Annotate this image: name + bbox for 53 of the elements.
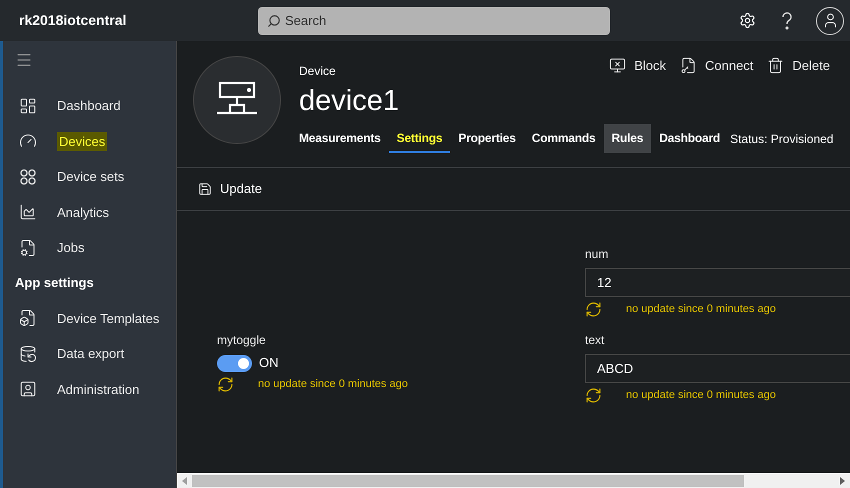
nav-item[interactable]: Device Templates	[57, 308, 160, 328]
device-name: device1	[299, 84, 399, 119]
nav-item[interactable]: Dashboard	[57, 96, 121, 116]
horizontal-scrollbar[interactable]	[177, 473, 850, 488]
template-icon	[19, 309, 37, 328]
setting-label: num	[585, 246, 610, 263]
sync-icon	[217, 376, 234, 393]
section-heading: App settings	[15, 274, 94, 292]
setting-field[interactable]: ABCD	[585, 354, 850, 383]
tab[interactable]: Properties	[450, 124, 524, 153]
nav-item[interactable]: Administration	[57, 380, 140, 399]
setting-field[interactable]: 12	[585, 268, 850, 297]
action-button[interactable]: Delete	[767, 56, 830, 76]
tab[interactable]: Measurements	[299, 124, 389, 153]
update-button[interactable]: Update	[198, 179, 262, 199]
action-button[interactable]: Connect	[680, 56, 754, 76]
tab[interactable]: Commands	[524, 124, 604, 153]
chart-icon	[19, 203, 37, 222]
document-key-icon	[680, 57, 697, 74]
device-block-icon	[609, 57, 626, 74]
nav-item[interactable]: Devices	[57, 132, 108, 151]
nav-item[interactable]: Device sets	[57, 167, 124, 186]
sync-status: no update since 0 minutes ago	[258, 377, 408, 392]
sync-status: no update since 0 minutes ago	[626, 388, 776, 404]
file-gear-icon	[19, 238, 37, 257]
tab[interactable]: Settings	[388, 124, 450, 153]
action-button[interactable]: Block	[609, 56, 666, 76]
search-icon	[267, 14, 281, 28]
account-button[interactable]	[816, 6, 844, 34]
nav-item[interactable]: Data export	[57, 344, 124, 364]
setting-label: mytoggle	[217, 332, 267, 349]
search-field[interactable]: Search	[258, 6, 610, 34]
database-icon	[19, 344, 37, 363]
device-status: Status: Provisioned	[730, 130, 834, 148]
circles-icon	[19, 168, 37, 186]
dashboard-icon	[19, 96, 37, 115]
nav-item[interactable]: Analytics	[57, 202, 110, 222]
help-icon[interactable]	[780, 10, 794, 30]
toggle-switch[interactable]	[217, 354, 252, 372]
sync-icon	[585, 387, 602, 404]
setting-label: text	[585, 332, 606, 349]
save-icon	[198, 182, 212, 196]
nav-item[interactable]: Jobs	[57, 238, 84, 258]
toggle-state: ON	[259, 354, 278, 372]
person-icon	[19, 380, 37, 398]
tab[interactable]: Rules	[604, 124, 652, 153]
sync-status: no update since 0 minutes ago	[626, 302, 776, 318]
app-title: rk2018iotcentral	[19, 11, 128, 30]
device-caption: Device	[299, 63, 337, 80]
tab[interactable]: Dashboard	[651, 124, 728, 153]
trash-icon	[767, 57, 784, 74]
sync-icon	[585, 301, 602, 318]
settings-icon[interactable]	[739, 12, 756, 29]
